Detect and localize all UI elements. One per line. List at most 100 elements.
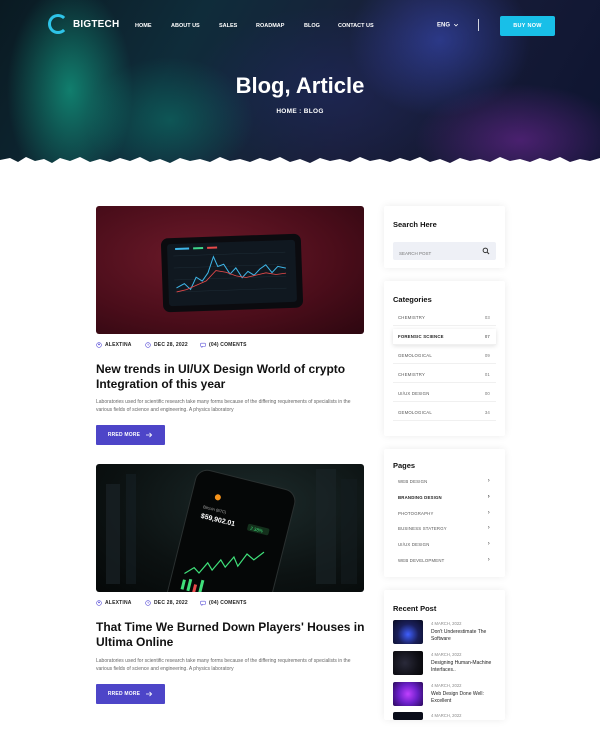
- post-comments[interactable]: (04) COMENTS: [200, 600, 247, 606]
- categories-title: Categories: [393, 295, 432, 304]
- arrow-right-icon: [146, 691, 153, 697]
- buy-now-button[interactable]: BUY NOW: [500, 16, 555, 36]
- page-link[interactable]: BRANDING DESIGN ›: [393, 489, 496, 505]
- page-link[interactable]: PHOTOGRAPHY ›: [393, 505, 496, 521]
- category-item[interactable]: UI/UX DESIGN 00: [393, 386, 496, 402]
- search-box: [393, 242, 496, 263]
- chevron-down-icon: [453, 23, 458, 27]
- chevron-right-icon: ›: [487, 557, 490, 563]
- page-title: Blog, Article: [235, 73, 365, 98]
- page-link[interactable]: UI/UX DESIGN ›: [393, 536, 496, 552]
- read-more-button[interactable]: RRED MORE: [96, 684, 165, 704]
- category-count: 34: [484, 410, 490, 415]
- page-label: BRANDING DESIGN: [398, 494, 442, 500]
- user-icon: [96, 600, 102, 606]
- recent-post-date: 4 MARCH, 2022: [431, 652, 462, 657]
- recent-post-title: Designing Human-Machine Interfaces..: [431, 660, 492, 673]
- category-item[interactable]: GEMOLOGICAL 09: [393, 348, 496, 364]
- nav-blog[interactable]: BLOG: [304, 23, 320, 29]
- recent-post-date: 4 MARCH, 2022: [431, 713, 462, 718]
- post-comments[interactable]: (04) COMENTS: [200, 342, 247, 348]
- pages-widget: Pages WEB DESIGN › BRANDING DESIGN › PHOTO…: [384, 449, 505, 577]
- category-item[interactable]: GEMOLOGICAL 34: [393, 405, 496, 421]
- category-label: GEMOLOGICAL: [398, 410, 432, 415]
- breadcrumb-home[interactable]: HOME: [276, 108, 297, 115]
- post-author[interactable]: ALEXTINA: [96, 600, 132, 606]
- comments-text: (04) COMENTS: [209, 342, 247, 348]
- nav-home[interactable]: HOME: [135, 23, 152, 29]
- post-date: DEC 28, 2022: [145, 600, 188, 606]
- post-image[interactable]: [96, 206, 364, 334]
- read-more-label: RRED MORE: [107, 432, 141, 438]
- post-image[interactable]: Bitcoin (BTC) $59,902.01 2.38%: [96, 464, 364, 592]
- hero-banner: BIGTECH HOME ABOUT US SALES ROADMAP BLOG…: [0, 0, 600, 165]
- page-label: BUSINESS STATERGY: [398, 525, 447, 531]
- search-widget: Search Here: [384, 206, 505, 268]
- category-label: GEMOLOGICAL: [398, 353, 432, 358]
- search-input[interactable]: [393, 244, 473, 263]
- recent-post-thumbnail: [393, 712, 423, 720]
- page-link[interactable]: BUSINESS STATERGY ›: [393, 520, 496, 536]
- recent-posts-widget: Recent Post 4 MARCH, 2022 Don't Underest…: [384, 590, 505, 720]
- recent-post-item[interactable]: 4 MARCH, 2022: [393, 712, 498, 738]
- language-label: ENG: [437, 22, 451, 29]
- breadcrumb-current: BLOG: [303, 108, 324, 115]
- category-count: 07: [484, 334, 490, 339]
- category-label: UI/UX DESIGN: [398, 391, 430, 396]
- chevron-right-icon: ›: [487, 525, 490, 531]
- recent-post-item[interactable]: 4 MARCH, 2022 Web Design Done Well: Exce…: [393, 682, 498, 708]
- nav-contact-us[interactable]: CONTACT US: [338, 23, 374, 29]
- nav-roadmap[interactable]: ROADMAP: [256, 23, 284, 29]
- comment-icon: [200, 600, 206, 606]
- search-icon[interactable]: [482, 247, 490, 255]
- clock-icon: [145, 600, 151, 606]
- page-label: UI/UX DESIGN: [398, 541, 430, 547]
- search-widget-title: Search Here: [393, 220, 437, 229]
- clock-icon: [145, 342, 151, 348]
- recent-post-thumbnail: [393, 620, 423, 644]
- recent-post-thumbnail: [393, 682, 423, 706]
- header-divider: [478, 19, 479, 31]
- post-date: DEC 28, 2022: [145, 342, 188, 348]
- recent-title: Recent Post: [393, 604, 437, 613]
- recent-post-date: 4 MARCH, 2022: [431, 683, 462, 688]
- logo[interactable]: BIGTECH: [48, 14, 119, 34]
- category-label: FORENSIC SCIENCE: [398, 334, 444, 339]
- author-name: ALEXTINA: [105, 600, 132, 606]
- page-link[interactable]: WEB DEVELOPMENT ›: [393, 552, 496, 568]
- category-count: 00: [484, 391, 490, 396]
- page-label: PHOTOGRAPHY: [398, 510, 434, 516]
- category-item[interactable]: CHEMISTRY 03: [393, 310, 496, 326]
- comment-icon: [200, 342, 206, 348]
- category-label: CHEMISTRY: [398, 315, 426, 320]
- page-link[interactable]: WEB DESIGN ›: [393, 473, 496, 489]
- phone-crypto-image: Bitcoin (BTC) $59,902.01 2.38%: [106, 469, 357, 592]
- recent-post-item[interactable]: 4 MARCH, 2022 Designing Human-Machine In…: [393, 651, 498, 677]
- recent-post-title: Don't Underestimate The Software: [431, 629, 487, 642]
- categories-widget: Categories CHEMISTRY 03 FORENSIC SCIENCE 0…: [384, 281, 505, 436]
- read-more-button[interactable]: RRED MORE: [96, 425, 165, 445]
- chevron-right-icon: ›: [487, 510, 490, 516]
- category-count: 03: [484, 315, 490, 320]
- post-excerpt: Laboratories used for scientific researc…: [96, 658, 351, 672]
- pages-title: Pages: [393, 461, 416, 470]
- recent-post-item[interactable]: 4 MARCH, 2022 Don't Underestimate The So…: [393, 620, 498, 646]
- author-name: ALEXTINA: [105, 342, 132, 348]
- nav-sales[interactable]: SALES: [219, 23, 237, 29]
- user-icon: [96, 342, 102, 348]
- nav-about-us[interactable]: ABOUT US: [171, 23, 200, 29]
- language-selector[interactable]: ENG: [437, 22, 459, 29]
- post-title[interactable]: New trends in UI/UX Design World of cryp…: [96, 362, 366, 392]
- category-label: CHEMISTRY: [398, 372, 426, 377]
- recent-post-title: Web Design Done Well: Excellent: [431, 691, 484, 704]
- post-title[interactable]: That Time We Burned Down Players' Houses…: [96, 620, 366, 650]
- read-more-label: RRED MORE: [107, 691, 141, 697]
- category-item[interactable]: CHEMISTRY 01: [393, 367, 496, 383]
- logo-text: BIGTECH: [73, 18, 120, 30]
- page-label: WEB DEVELOPMENT: [398, 557, 445, 563]
- arrow-right-icon: [146, 432, 153, 438]
- category-item[interactable]: FORENSIC SCIENCE 07: [393, 329, 496, 345]
- logo-icon: [48, 14, 68, 34]
- post-author[interactable]: ALEXTINA: [96, 342, 132, 348]
- chevron-right-icon: ›: [487, 541, 490, 547]
